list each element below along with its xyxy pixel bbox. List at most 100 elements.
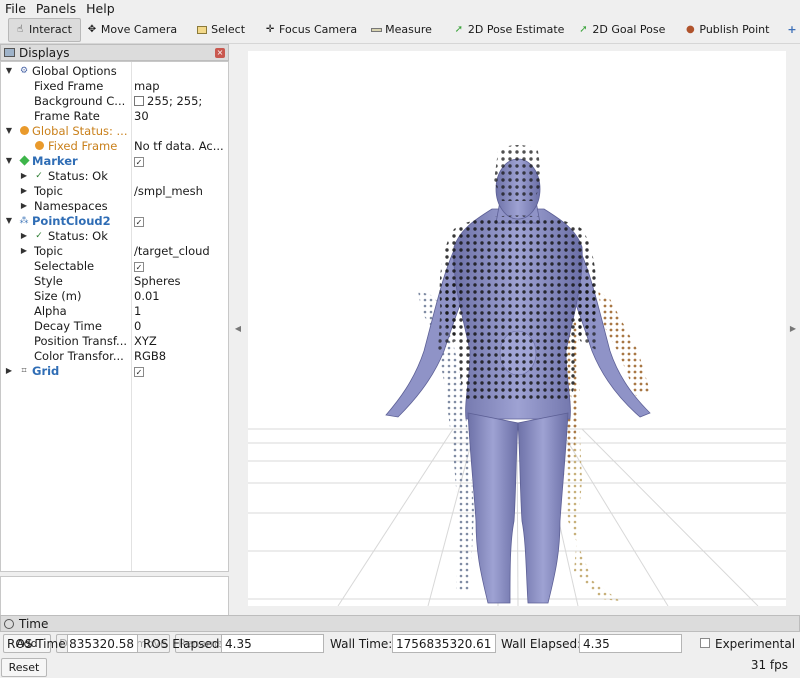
fps-counter: 31 fps [750,658,788,672]
ros-time-field[interactable]: 5835320.58 [67,634,138,653]
menu-file[interactable]: File [0,1,31,16]
select-tool-button[interactable]: Select [191,18,253,42]
status-fixed-frame-label: Fixed Frame [48,138,118,153]
chevron-down-icon[interactable]: ▼ [5,156,13,165]
style-value[interactable]: Spheres [134,274,228,288]
menu-panels[interactable]: Panels [31,1,81,16]
tree-row-fixed-frame[interactable]: Fixed Frame map [1,78,228,93]
tree-row-pointcloud-status[interactable]: ▶ ✓ Status: Ok [1,228,228,243]
tree-row-size[interactable]: Size (m) 0.01 [1,288,228,303]
tree-row-decay-time[interactable]: Decay Time 0 [1,318,228,333]
green-arrow-icon: ➚ [454,24,464,35]
chevron-right-icon[interactable]: ▶ [20,171,28,180]
tree-row-background-color[interactable]: Background C... 255; 255; [1,93,228,108]
wall-time-label: Wall Time: [330,637,393,651]
tree-row-marker-topic[interactable]: ▶ Topic /smpl_mesh [1,183,228,198]
point-cloud-upper-body [438,145,598,401]
pose-estimate-tool-button[interactable]: ➚ 2D Pose Estimate [448,18,573,42]
pointcloud-topic-label: Topic [34,243,63,258]
experimental-checkbox[interactable] [700,638,710,648]
tree-row-marker[interactable]: ▼ Marker ✓ [1,153,228,168]
move-camera-tool-label: Move Camera [100,23,178,36]
pointcloud2-checkbox[interactable]: ✓ [134,216,144,227]
color-swatch[interactable] [134,95,144,106]
chevron-down-icon[interactable]: ▼ [5,126,13,135]
pointcloud-topic-value[interactable]: /target_cloud [134,244,228,258]
reset-button[interactable]: Reset [1,658,47,677]
marker-topic-value[interactable]: /smpl_mesh [134,184,228,198]
selectable-checkbox[interactable]: ✓ [134,261,144,272]
selectable-value[interactable]: ✓ [134,259,228,273]
tree-row-pointcloud-topic[interactable]: ▶ Topic /target_cloud [1,243,228,258]
select-tool-label: Select [211,23,246,36]
chevron-down-icon[interactable]: ▼ [5,66,13,75]
hand-pointer-icon: ☝ [16,24,24,35]
tree-row-position-transformer[interactable]: Position Transf... XYZ [1,333,228,348]
add-tool-button[interactable]: + [783,18,800,42]
background-color-value[interactable]: 255; 255; [134,94,228,108]
measure-tool-button[interactable]: Measure [365,18,440,42]
tree-row-marker-namespaces[interactable]: ▶ Namespaces [1,198,228,213]
ruler-icon [369,24,383,36]
scene-svg [248,145,786,606]
tree-row-status-fixed-frame[interactable]: Fixed Frame No tf data. Ac... [1,138,228,153]
render-viewport[interactable] [248,51,786,606]
tree-row-selectable[interactable]: Selectable ✓ [1,258,228,273]
tool-bar: ☝ Interact ✥ Move Camera Select ✛ Focus … [0,16,800,44]
move-camera-tool-button[interactable]: ✥ Move Camera [81,18,185,42]
tree-row-grid[interactable]: ▶ ⌗ Grid ✓ [1,363,228,378]
close-icon[interactable]: × [215,47,225,58]
marker-checkbox[interactable]: ✓ [134,156,144,167]
crosshair-icon: ✛ [265,24,275,35]
color-transformer-label: Color Transfor... [34,348,124,363]
alpha-label: Alpha [34,303,67,318]
tree-row-global-options[interactable]: ▼ ⚙ Global Options [1,63,228,78]
grid-checkbox[interactable]: ✓ [134,366,144,377]
chevron-right-icon[interactable]: ▶ [5,366,13,375]
ros-elapsed-field[interactable]: 4.35 [221,634,324,653]
monitor-icon [4,48,15,57]
tree-row-frame-rate[interactable]: Frame Rate 30 [1,108,228,123]
goal-pose-tool-label: 2D Goal Pose [592,23,666,36]
marker-enabled-value[interactable]: ✓ [134,154,228,168]
alpha-value[interactable]: 1 [134,304,228,318]
checkmark-icon: ✓ [35,170,43,181]
grid-icon: ⌗ [21,365,27,376]
frame-rate-value[interactable]: 30 [134,109,228,123]
chevron-right-icon[interactable]: ▶ [20,246,28,255]
right-panel-splitter[interactable]: ▶ [786,44,800,613]
interact-tool-button[interactable]: ☝ Interact [8,17,81,42]
marker-namespaces-label: Namespaces [34,198,108,213]
wall-time-field[interactable]: 1756835320.61 [392,634,496,653]
color-transformer-value[interactable]: RGB8 [134,349,228,363]
menu-help[interactable]: Help [81,1,120,16]
grid-enabled-value[interactable]: ✓ [134,364,228,378]
tree-row-marker-status[interactable]: ▶ ✓ Status: Ok [1,168,228,183]
tree-row-color-transformer[interactable]: Color Transfor... RGB8 [1,348,228,363]
size-value[interactable]: 0.01 [134,289,228,303]
tree-row-pointcloud2[interactable]: ▼ ⁂ PointCloud2 ✓ [1,213,228,228]
focus-camera-tool-button[interactable]: ✛ Focus Camera [259,18,365,42]
pointcloud2-enabled-value[interactable]: ✓ [134,214,228,228]
size-label: Size (m) [34,288,82,303]
collapse-right-icon[interactable]: ▶ [790,324,796,333]
decay-time-value[interactable]: 0 [134,319,228,333]
chevron-right-icon[interactable]: ▶ [20,201,28,210]
chevron-right-icon[interactable]: ▶ [20,186,28,195]
warning-icon [19,126,29,136]
chevron-right-icon[interactable]: ▶ [20,231,28,240]
fixed-frame-value[interactable]: map [134,79,228,93]
publish-point-tool-button[interactable]: ● Publish Point [679,18,777,42]
decay-time-label: Decay Time [34,318,102,333]
wall-elapsed-field[interactable]: 4.35 [579,634,682,653]
goal-pose-tool-button[interactable]: ➚ 2D Goal Pose [572,18,673,42]
collapse-left-icon[interactable]: ◀ [235,324,241,333]
tree-row-global-status[interactable]: ▼ Global Status: ... [1,123,228,138]
chevron-down-icon[interactable]: ▼ [5,216,13,225]
tree-row-style[interactable]: Style Spheres [1,273,228,288]
selectable-label: Selectable [34,258,95,273]
select-box-icon [195,24,209,36]
left-panel-splitter[interactable]: ◀ [229,44,247,613]
tree-row-alpha[interactable]: Alpha 1 [1,303,228,318]
position-transformer-value[interactable]: XYZ [134,334,228,348]
